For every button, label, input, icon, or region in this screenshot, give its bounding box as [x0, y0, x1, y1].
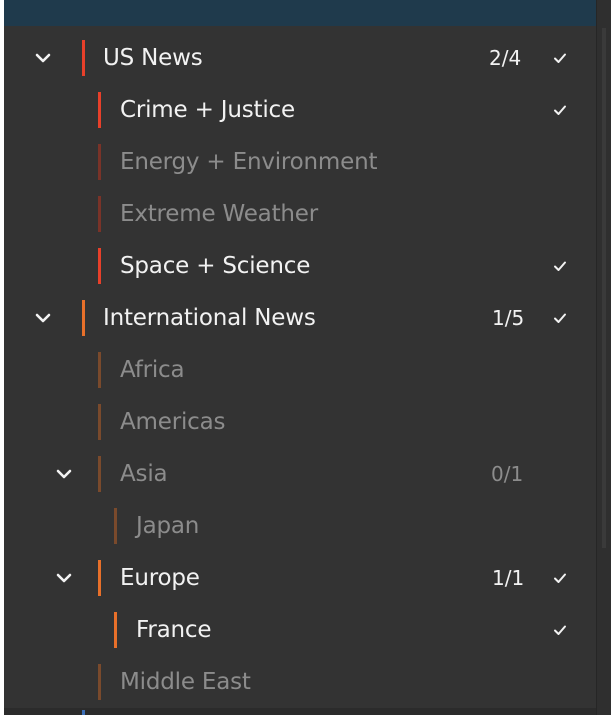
- panel-header-bar: [4, 0, 596, 26]
- vertical-scrollbar[interactable]: [596, 0, 611, 715]
- category-color-bar: [98, 248, 101, 284]
- tree-item-label: Extreme Weather: [120, 201, 318, 227]
- category-color-bar: [82, 40, 85, 76]
- selection-count: 2/4: [489, 46, 522, 70]
- category-color-bar: [98, 664, 101, 700]
- checkmark-icon: [552, 622, 568, 638]
- panel-bottom-edge: [4, 708, 596, 715]
- tree-item-space-science[interactable]: Space + Science: [4, 240, 596, 292]
- chevron-down-icon[interactable]: [35, 310, 51, 326]
- chevron-down-icon[interactable]: [56, 570, 72, 586]
- tree-item-extreme-weather[interactable]: Extreme Weather: [4, 188, 596, 240]
- tree-item-energy-environment[interactable]: Energy + Environment: [4, 136, 596, 188]
- tree-item-label: Americas: [120, 409, 226, 435]
- tree-item-label: Crime + Justice: [120, 97, 295, 123]
- chevron-down-icon[interactable]: [56, 466, 72, 482]
- tree-item-label: Japan: [136, 513, 200, 539]
- category-color-bar: [98, 456, 101, 492]
- next-item-color-bar: [82, 710, 85, 715]
- category-tree-panel: US News 2/4 Crime + Justice Energy + Env…: [4, 0, 596, 715]
- checkmark-icon: [552, 570, 568, 586]
- tree-item-africa[interactable]: Africa: [4, 344, 596, 396]
- tree-item-label: Middle East: [120, 669, 251, 695]
- tree-item-europe[interactable]: Europe 1/1: [4, 552, 596, 604]
- category-color-bar: [114, 508, 117, 544]
- checkmark-icon: [552, 50, 568, 66]
- tree-item-france[interactable]: France: [4, 604, 596, 656]
- category-color-bar: [82, 300, 85, 336]
- tree-item-us-news[interactable]: US News 2/4: [4, 32, 596, 84]
- selection-count: 0/1: [491, 462, 524, 486]
- category-color-bar: [98, 352, 101, 388]
- selection-count: 1/5: [492, 306, 525, 330]
- checkmark-icon: [552, 310, 568, 326]
- tree-item-label: US News: [103, 45, 203, 71]
- scrollbar-thumb[interactable]: [602, 28, 606, 548]
- tree-item-label: Energy + Environment: [120, 149, 378, 175]
- checkmark-icon: [552, 258, 568, 274]
- tree-item-international-news[interactable]: International News 1/5: [4, 292, 596, 344]
- tree-item-label: Europe: [120, 565, 200, 591]
- category-color-bar: [98, 92, 101, 128]
- tree-item-label: France: [136, 617, 212, 643]
- category-color-bar: [114, 612, 117, 648]
- category-color-bar: [98, 144, 101, 180]
- category-color-bar: [98, 404, 101, 440]
- selection-count: 1/1: [492, 566, 525, 590]
- tree-item-label: Space + Science: [120, 253, 311, 279]
- tree-item-middle-east[interactable]: Middle East: [4, 656, 596, 708]
- tree-item-japan[interactable]: Japan: [4, 500, 596, 552]
- tree-item-americas[interactable]: Americas: [4, 396, 596, 448]
- chevron-down-icon[interactable]: [35, 50, 51, 66]
- tree-item-label: International News: [103, 305, 316, 331]
- tree-item-label: Asia: [120, 461, 168, 487]
- tree-item-asia[interactable]: Asia 0/1: [4, 448, 596, 500]
- category-color-bar: [98, 196, 101, 232]
- checkmark-icon: [552, 102, 568, 118]
- tree-item-crime-justice[interactable]: Crime + Justice: [4, 84, 596, 136]
- tree-item-label: Africa: [120, 357, 185, 383]
- category-color-bar: [98, 560, 101, 596]
